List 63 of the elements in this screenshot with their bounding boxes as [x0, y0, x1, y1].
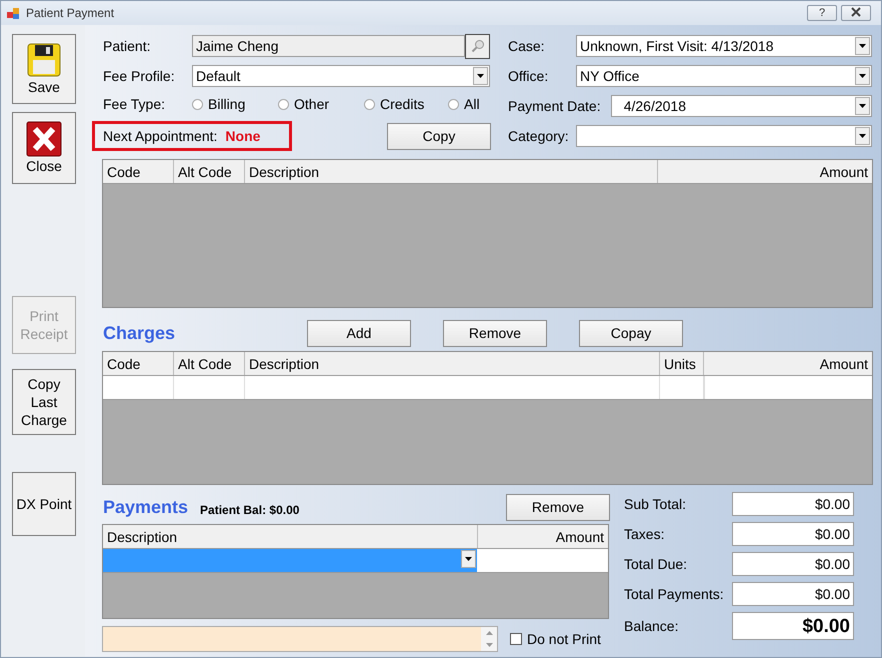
date-picker[interactable]: 4/26/2018	[610, 95, 872, 117]
case-dropdown[interactable]: Unknown, First Visit: 4/13/2018	[576, 35, 872, 57]
close-icon	[850, 6, 862, 16]
column-header[interactable]: Units	[660, 352, 704, 375]
column-header[interactable]: Description	[245, 160, 658, 183]
total-label: Balance:	[624, 618, 680, 634]
remove-button[interactable]: Remove	[506, 494, 610, 520]
fee-profile-dropdown[interactable]: Default	[192, 65, 490, 87]
office-dropdown[interactable]: NY Office	[576, 65, 872, 87]
column-header[interactable]: Description	[245, 352, 660, 375]
total-label: Total Due:	[624, 556, 688, 572]
app-icon	[7, 6, 20, 20]
save-button[interactable]: Save	[12, 34, 76, 104]
field-label: Patient:	[103, 38, 152, 54]
section-title: Payments	[103, 496, 188, 518]
side-button[interactable]: DX Point	[12, 472, 76, 536]
field-label: Case:	[508, 38, 546, 54]
copy-button[interactable]: Copy	[387, 122, 491, 150]
column-header[interactable]: Alt Code	[174, 352, 245, 375]
radio-option[interactable]: Credits	[364, 96, 448, 112]
column-header[interactable]: Alt Code	[174, 160, 245, 183]
side-button[interactable]: Copy Last Charge	[12, 369, 76, 435]
description-dropdown-cell[interactable]	[103, 549, 477, 572]
total-label: Sub Total:	[624, 496, 688, 512]
spinner-arrows-icon[interactable]	[481, 627, 497, 651]
patient-field[interactable]: Jaime Cheng	[192, 35, 465, 57]
column-header[interactable]: Amount	[658, 160, 872, 183]
radio-option[interactable]: All	[448, 96, 488, 112]
do-not-print-checkbox[interactable]: Do not Print	[510, 631, 601, 647]
column-header[interactable]: Description	[103, 525, 478, 548]
field-label: Fee Profile:	[103, 68, 176, 84]
charges-button[interactable]: Add	[307, 320, 411, 346]
total-field: $0.00	[732, 612, 854, 640]
charges-button[interactable]: Copay	[579, 320, 683, 346]
column-header[interactable]: Amount	[704, 352, 872, 375]
close-button[interactable]: Close	[12, 112, 76, 184]
field-label: Payment Date:	[508, 98, 602, 114]
notes-field[interactable]	[102, 626, 498, 652]
column-header[interactable]: Code	[103, 352, 174, 375]
help-button[interactable]: ?	[807, 5, 837, 21]
search-icon	[470, 39, 484, 53]
radio-option[interactable]: Billing	[192, 96, 278, 112]
column-header[interactable]: Amount	[478, 525, 608, 548]
field-label: Category:	[508, 128, 570, 144]
total-field: $0.00	[732, 552, 854, 576]
total-label: Taxes:	[624, 526, 666, 542]
section-title: Charges	[103, 322, 176, 344]
total-field: $0.00	[732, 522, 854, 546]
field-label: Fee Type:	[103, 96, 166, 112]
patient-balance: Patient Bal: $0.00	[200, 503, 300, 517]
charges-button[interactable]: Remove	[443, 320, 547, 346]
column-header[interactable]: Code	[103, 160, 174, 183]
next-appointment-label: Next Appointment:	[103, 128, 218, 144]
field-label: Office:	[508, 68, 550, 84]
total-label: Total Payments:	[624, 586, 725, 602]
close-button[interactable]	[841, 5, 871, 21]
close-icon	[26, 121, 62, 157]
search-button[interactable]	[465, 34, 490, 58]
window-title: Patient Payment	[26, 6, 114, 20]
next-appointment-value: None	[225, 128, 260, 144]
radio-option[interactable]: Other	[278, 96, 364, 112]
total-field: $0.00	[732, 492, 854, 516]
total-field: $0.00	[732, 582, 854, 606]
